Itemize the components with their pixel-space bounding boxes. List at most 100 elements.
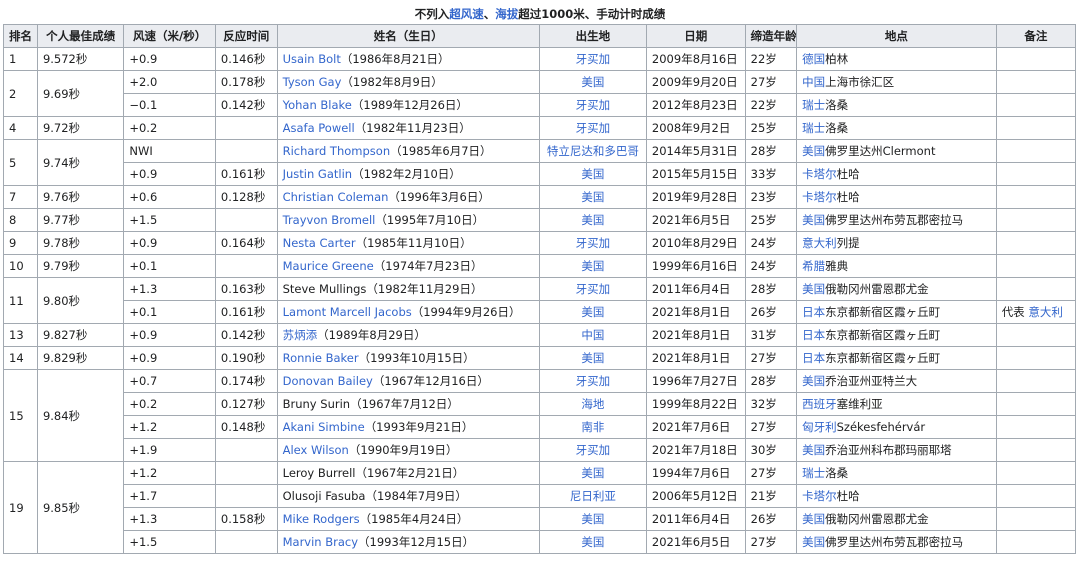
location-country-link[interactable]: 美国 xyxy=(802,144,825,158)
athlete-link[interactable]: Mike Rodgers xyxy=(283,512,360,526)
birthplace-link[interactable]: 海地 xyxy=(581,397,604,411)
date-cell: 2021年8月1日 xyxy=(645,323,746,347)
location-country-link[interactable]: 卡塔尔 xyxy=(802,190,837,204)
birthplace-link[interactable]: 牙买加 xyxy=(576,52,611,66)
athlete-link[interactable]: Akani Simbine xyxy=(283,420,365,434)
birthplace-link[interactable]: 特立尼达和多巴哥 xyxy=(547,144,639,158)
location-country-link[interactable]: 日本 xyxy=(802,351,825,365)
location-country-link[interactable]: 瑞士 xyxy=(802,121,825,135)
location-cell: 美国俄勒冈州雷恩郡尤金 xyxy=(796,507,997,531)
name-cell: Akani Simbine（1993年9月21日） xyxy=(276,415,540,439)
location-country-link[interactable]: 日本 xyxy=(802,328,825,342)
location-country-link[interactable]: 中国 xyxy=(802,75,825,89)
birthplace-link[interactable]: 牙买加 xyxy=(576,443,611,457)
athlete-link[interactable]: 苏炳添 xyxy=(283,328,318,342)
location-country-link[interactable]: 美国 xyxy=(802,282,825,296)
age-cell: 27岁 xyxy=(744,70,798,94)
date-cell: 1994年7月6日 xyxy=(645,461,746,485)
location-city: 洛桑 xyxy=(825,466,849,480)
location-country-link[interactable]: 匈牙利 xyxy=(802,420,837,434)
athlete-link[interactable]: Marvin Bracy xyxy=(283,535,358,549)
birthplace-link[interactable]: 牙买加 xyxy=(576,374,611,388)
athlete-link[interactable]: Nesta Carter xyxy=(283,236,356,250)
wind-cell: +1.7 xyxy=(123,484,216,508)
location-country-link[interactable]: 美国 xyxy=(802,213,825,227)
athlete-name: Steve Mullings xyxy=(282,282,367,296)
birthplace-link[interactable]: 南非 xyxy=(581,420,604,434)
birthplace-link[interactable]: 美国 xyxy=(581,213,604,227)
location-country-link[interactable]: 美国 xyxy=(802,535,825,549)
birthplace-link[interactable]: 美国 xyxy=(581,305,604,319)
location-country-link[interactable]: 意大利 xyxy=(802,236,837,250)
athlete-link[interactable]: Yohan Blake xyxy=(283,98,352,112)
athlete-link[interactable]: Alex Wilson xyxy=(283,443,349,457)
athlete-link[interactable]: Richard Thompson xyxy=(283,144,391,158)
athlete-link[interactable]: Christian Coleman xyxy=(283,190,389,204)
notes-country-link[interactable]: 意大利 xyxy=(1028,305,1063,319)
birthplace-link[interactable]: 美国 xyxy=(581,351,604,365)
athlete-link[interactable]: Lamont Marcell Jacobs xyxy=(283,305,412,319)
birthplace-link[interactable]: 牙买加 xyxy=(576,98,611,112)
reaction-cell xyxy=(214,461,278,485)
location-country-link[interactable]: 美国 xyxy=(802,374,825,388)
birthplace-link[interactable]: 牙买加 xyxy=(576,121,611,135)
birthplace-link[interactable]: 美国 xyxy=(581,167,604,181)
caption-link-wind[interactable]: 超风速 xyxy=(449,7,484,21)
caption-sep: 、 xyxy=(483,7,496,21)
location-city: 佛罗里达州Clermont xyxy=(825,144,936,158)
wind-cell: +0.2 xyxy=(123,116,216,140)
name-cell: Justin Gatlin（1982年2月10日） xyxy=(276,162,540,186)
notes-prefix: 代表 xyxy=(1001,305,1029,319)
athlete-link[interactable]: Usain Bolt xyxy=(283,52,341,66)
birthplace-link[interactable]: 美国 xyxy=(581,75,604,89)
athlete-link[interactable]: Maurice Greene xyxy=(283,259,374,273)
birth-date: （1995年7月10日） xyxy=(375,213,485,227)
athlete-link[interactable]: Tyson Gay xyxy=(283,75,342,89)
table-row: +0.2 0.127秒 Bruny Surin（1967年7月12日） 海地 1999年… xyxy=(4,392,1077,416)
table-row: 1 9.572秒 +0.9 0.146秒 Usain Bolt（1986年8月21日）牙… xyxy=(3,47,1077,71)
reaction-cell: 0.148秒 xyxy=(214,415,278,439)
location-country-link[interactable]: 西班牙 xyxy=(802,397,837,411)
header-rank: 排名 xyxy=(3,24,38,48)
birthplace-link[interactable]: 美国 xyxy=(581,190,604,204)
birthplace-link[interactable]: 牙买加 xyxy=(576,236,611,250)
location-country-link[interactable]: 瑞士 xyxy=(802,98,825,112)
location-city: 乔治亚州科布郡玛丽耶塔 xyxy=(825,443,952,457)
best-time-cell: 9.78秒 xyxy=(36,231,125,255)
location-country-link[interactable]: 日本 xyxy=(802,305,825,319)
caption-link-altitude[interactable]: 海拔 xyxy=(495,7,518,21)
location-country-link[interactable]: 卡塔尔 xyxy=(802,489,837,503)
name-cell: Ronnie Baker（1993年10月15日） xyxy=(276,346,540,370)
wind-cell: +1.3 xyxy=(123,507,216,531)
rank-cell: 2 xyxy=(3,70,38,117)
location-cell: 德国柏林 xyxy=(796,47,997,71)
age-cell: 33岁 xyxy=(744,162,798,186)
location-country-link[interactable]: 希腊 xyxy=(802,259,825,273)
location-city: 佛罗里达州布劳瓦郡密拉马 xyxy=(825,213,964,227)
birthplace-cell: 牙买加 xyxy=(538,47,647,71)
birthplace-link[interactable]: 中国 xyxy=(581,328,604,342)
athlete-link[interactable]: Justin Gatlin xyxy=(283,167,352,181)
birthplace-link[interactable]: 美国 xyxy=(581,466,604,480)
location-country-link[interactable]: 美国 xyxy=(802,443,825,457)
athlete-link[interactable]: Asafa Powell xyxy=(283,121,355,135)
athlete-link[interactable]: Trayvon Bromell xyxy=(283,213,376,227)
birth-date: （1967年2月21日） xyxy=(355,466,465,480)
birthplace-link[interactable]: 美国 xyxy=(581,259,604,273)
athlete-link[interactable]: Ronnie Baker xyxy=(283,351,359,365)
age-cell: 27岁 xyxy=(744,346,798,370)
birthplace-link[interactable]: 牙买加 xyxy=(576,282,611,296)
location-country-link[interactable]: 德国 xyxy=(802,52,825,66)
location-country-link[interactable]: 卡塔尔 xyxy=(802,167,837,181)
birthplace-link[interactable]: 尼日利亚 xyxy=(570,489,616,503)
age-cell: 22岁 xyxy=(744,47,798,71)
athlete-link[interactable]: Donovan Bailey xyxy=(283,374,373,388)
best-time-cell: 9.69秒 xyxy=(36,70,125,117)
name-cell: Maurice Greene（1974年7月23日） xyxy=(276,254,540,278)
birthplace-link[interactable]: 美国 xyxy=(581,512,604,526)
location-cell: 瑞士洛桑 xyxy=(796,93,997,117)
best-time-cell: 9.572秒 xyxy=(36,47,125,71)
location-country-link[interactable]: 美国 xyxy=(802,512,825,526)
location-country-link[interactable]: 瑞士 xyxy=(802,466,825,480)
birthplace-link[interactable]: 美国 xyxy=(581,535,604,549)
